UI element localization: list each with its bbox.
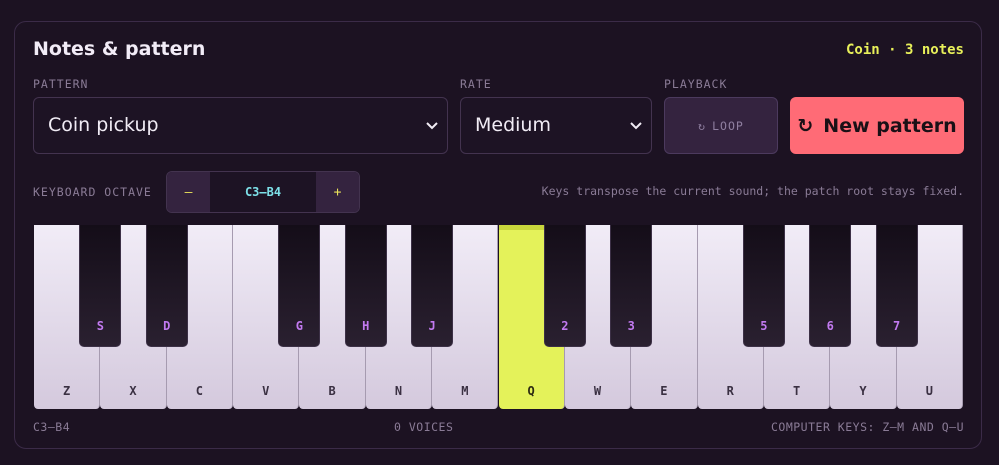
key-label: H <box>362 319 370 333</box>
footer-voices: 0 VOICES <box>394 420 454 434</box>
key-label: 3 <box>627 319 635 333</box>
chevron-down-icon <box>425 98 439 153</box>
key-label: Q <box>527 384 535 398</box>
new-pattern-label: New pattern <box>823 114 957 137</box>
black-key-2[interactable]: 2 <box>543 225 586 347</box>
black-key-d[interactable]: D <box>145 225 188 347</box>
playback-label: PLAYBACK <box>664 77 728 91</box>
loop-button[interactable]: ↻ LOOP <box>664 97 778 154</box>
key-label: U <box>925 384 933 398</box>
rate-select[interactable]: Medium <box>460 97 652 154</box>
key-label: C <box>195 384 203 398</box>
octave-down-button[interactable]: – <box>167 172 210 212</box>
footer-range: C3–B4 <box>33 420 71 434</box>
piano-keyboard: Z X C V B N M Q W E R T Y U S D G H J 2 3 5 6 7 <box>34 225 963 409</box>
black-key-g[interactable]: G <box>278 225 321 347</box>
rate-label: RATE <box>460 77 492 91</box>
key-label: 2 <box>561 319 569 333</box>
keyboard-octave-label: KEYBOARD OCTAVE <box>33 185 152 199</box>
black-key-j[interactable]: J <box>411 225 454 347</box>
new-pattern-button[interactable]: ↻ New pattern <box>790 97 964 154</box>
black-key-h[interactable]: H <box>344 225 387 347</box>
key-label: M <box>461 384 469 398</box>
black-key-6[interactable]: 6 <box>809 225 852 347</box>
chevron-down-icon <box>629 98 643 153</box>
key-label: 7 <box>893 319 901 333</box>
black-key-s[interactable]: S <box>79 225 122 347</box>
key-label: 6 <box>826 319 834 333</box>
black-key-5[interactable]: 5 <box>742 225 785 347</box>
key-label: Z <box>63 384 71 398</box>
key-label: W <box>593 384 602 398</box>
panel-title: Notes & pattern <box>33 38 206 60</box>
black-key-7[interactable]: 7 <box>875 225 918 347</box>
key-label: Y <box>859 384 867 398</box>
key-label: 5 <box>760 319 768 333</box>
pattern-select[interactable]: Coin pickup <box>33 97 448 154</box>
key-label: E <box>660 384 668 398</box>
pattern-summary: Coin · 3 notes <box>845 42 964 58</box>
transpose-hint: Keys transpose the current sound; the pa… <box>541 184 964 198</box>
octave-up-button[interactable]: + <box>316 172 359 212</box>
key-label: R <box>726 384 734 398</box>
pattern-select-value: Coin pickup <box>48 114 159 136</box>
key-label: V <box>262 384 270 398</box>
octave-value: C3–B4 <box>244 185 282 199</box>
loop-icon: ↻ <box>698 118 707 133</box>
key-label: N <box>394 384 403 398</box>
key-label: B <box>328 384 336 398</box>
pattern-label: PATTERN <box>33 77 89 91</box>
key-label: D <box>163 319 171 333</box>
footer-computer-keys: COMPUTER KEYS: Z–M AND Q–U <box>770 420 964 434</box>
key-label: J <box>428 319 436 333</box>
black-key-3[interactable]: 3 <box>610 225 653 347</box>
loop-label: LOOP <box>712 118 744 133</box>
key-label: S <box>96 319 104 333</box>
key-label: G <box>295 319 304 333</box>
key-label: X <box>129 384 137 398</box>
octave-stepper: – C3–B4 + <box>166 171 360 213</box>
rate-select-value: Medium <box>475 114 551 136</box>
key-label: T <box>792 384 801 398</box>
refresh-icon: ↻ <box>797 114 814 137</box>
